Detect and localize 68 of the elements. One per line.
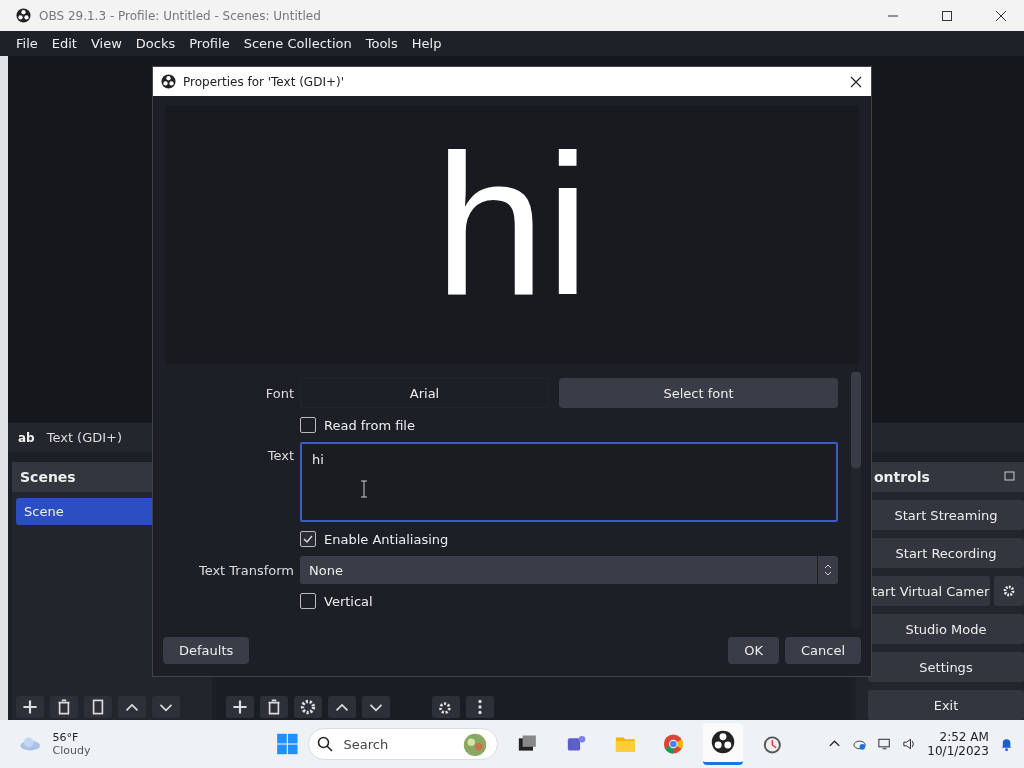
trash-icon[interactable] [50,696,78,718]
select-font-button[interactable]: Select font [559,378,838,408]
source-label: Text (GDI+) [46,430,123,446]
clock-time: 2:52 AM [939,730,989,744]
app-logo-icon[interactable] [711,730,736,754]
trash-icon[interactable] [260,696,288,718]
gear-icon [1001,583,1017,599]
checkmark-icon [302,533,314,545]
settings-button[interactable] [994,576,1024,606]
window-title: OBS 29.1.3 - Profile: Untitled - Scenes: Untitled [39,8,321,23]
spinner-arrows-icon [823,562,833,578]
add-icon[interactable] [16,696,44,718]
down-icon[interactable] [362,696,390,718]
checkbox-label: Enable Antialiasing [324,531,449,547]
text-source-icon: ab [18,430,35,445]
close-icon[interactable] [850,75,862,88]
menu-item[interactable]: Edit [44,33,84,54]
up-icon[interactable] [118,696,146,718]
gear-icon[interactable] [432,696,460,718]
menu-item[interactable]: Docks [128,33,183,54]
taskbar-search-field[interactable]: Search [308,728,499,760]
menu-item[interactable]: File [9,33,45,54]
dialog-title: Properties for 'Text (GDI+)' [183,74,344,89]
menu-item[interactable]: Tools [358,33,405,54]
control-button[interactable]: Exit [868,690,1024,720]
app-logo-icon [161,74,176,89]
weather-condition: Cloudy [52,744,91,757]
checkbox[interactable] [300,531,316,547]
dock-title: ontrols [874,469,930,485]
cloud-icon [18,735,43,753]
checkbox[interactable] [300,593,316,609]
checkbox-label: Vertical [324,593,373,609]
weather-temperature: 56°F [52,731,80,744]
clock-date: 10/1/2023 [927,744,989,758]
start-icon[interactable] [275,732,299,756]
menu-item[interactable]: View [83,33,129,54]
dock-title: Scenes [20,469,76,485]
field-label: Text [266,447,294,463]
menu-item[interactable]: Scene Collection [236,33,359,54]
undock-icon[interactable] [1004,471,1016,483]
field-label: Text Transform [197,562,294,578]
checkbox[interactable] [300,417,316,433]
text-input-field[interactable]: hi [300,442,838,522]
field-label: Font [264,385,294,401]
preview-text: hi [434,125,590,325]
app-logo-icon [16,8,31,23]
gear-icon[interactable] [294,696,322,718]
network-icon[interactable] [877,736,893,752]
font-name: Arial [300,378,549,408]
cancel-button[interactable]: Cancel [784,637,861,664]
filter-icon[interactable] [84,696,112,718]
up-icon[interactable] [328,696,356,718]
ok-button[interactable]: OK [728,637,779,664]
menu-item[interactable]: Profile [182,33,237,54]
dropdown[interactable]: None [300,556,838,584]
defaults-button[interactable]: Defaults [163,637,250,664]
search-icon [317,736,334,752]
down-icon[interactable] [152,696,180,718]
maximize-icon[interactable] [941,9,953,22]
browser-icon[interactable] [662,732,686,756]
close-icon[interactable] [995,9,1007,22]
checkbox-label: Read from file [324,417,415,433]
add-icon[interactable] [226,696,254,718]
scrollbar[interactable] [851,372,861,629]
menu-item[interactable]: Help [404,33,449,54]
more-icon[interactable] [466,696,494,718]
text-cursor-icon [360,480,368,498]
control-button[interactable]: Settings [868,652,1024,682]
